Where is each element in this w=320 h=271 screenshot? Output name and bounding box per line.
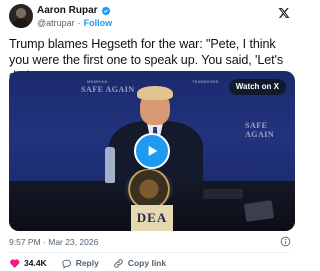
water-bottle — [105, 147, 115, 183]
time: 9:57 PM — [9, 237, 41, 247]
reply-label: Reply — [75, 258, 99, 268]
video-media[interactable]: SAFE AGAIN MEMPHIS TENNESSEE SAFE AGAIN … — [9, 71, 295, 231]
info-icon[interactable] — [280, 236, 291, 247]
copy-link-label: Copy link — [127, 258, 167, 268]
like-count: 34.4K — [24, 258, 47, 268]
timestamp[interactable]: 9:57 PM · Mar 23, 2026 — [9, 237, 98, 248]
separator-dot: · — [77, 18, 81, 28]
backdrop-small-left: MEMPHIS — [87, 79, 108, 84]
presidential-seal — [125, 169, 173, 209]
phone — [243, 200, 275, 222]
backdrop-text-left: SAFE AGAIN — [81, 85, 135, 94]
backdrop-small-right: TENNESSEE — [192, 79, 219, 84]
follow-button[interactable]: Follow — [84, 17, 113, 29]
reply-button[interactable]: Reply — [61, 258, 99, 269]
link-icon — [114, 258, 123, 268]
author-name[interactable]: Aaron Rupar — [37, 5, 98, 17]
reply-icon — [62, 259, 71, 269]
heart-icon — [10, 258, 20, 268]
author-handle-row: @atrupar · Follow — [37, 17, 112, 29]
podium-sign: DEA — [131, 205, 173, 231]
author-handle[interactable]: @atrupar — [37, 17, 75, 29]
copy-link-button[interactable]: Copy link — [113, 258, 166, 269]
speaker-hair — [137, 86, 173, 100]
action-bar: 34.4K Reply Copy link — [9, 256, 166, 270]
meta-separator: · — [43, 237, 46, 247]
avatar[interactable] — [9, 4, 33, 28]
x-logo-icon[interactable] — [278, 7, 290, 19]
play-button[interactable] — [134, 133, 170, 169]
microphone — [203, 189, 243, 199]
like-button[interactable]: 34.4K — [9, 258, 47, 269]
watch-on-x-button[interactable]: Watch on X — [228, 79, 286, 95]
tweet-embed-card: Aaron Rupar @atrupar · Follow Trump blam… — [0, 0, 300, 271]
author-name-row: Aaron Rupar — [37, 5, 111, 17]
date: Mar 23, 2026 — [48, 237, 99, 247]
play-icon — [148, 146, 158, 156]
verified-badge-icon — [101, 6, 110, 16]
divider — [9, 252, 291, 253]
backdrop-text-right: SAFE AGAIN — [245, 121, 275, 139]
